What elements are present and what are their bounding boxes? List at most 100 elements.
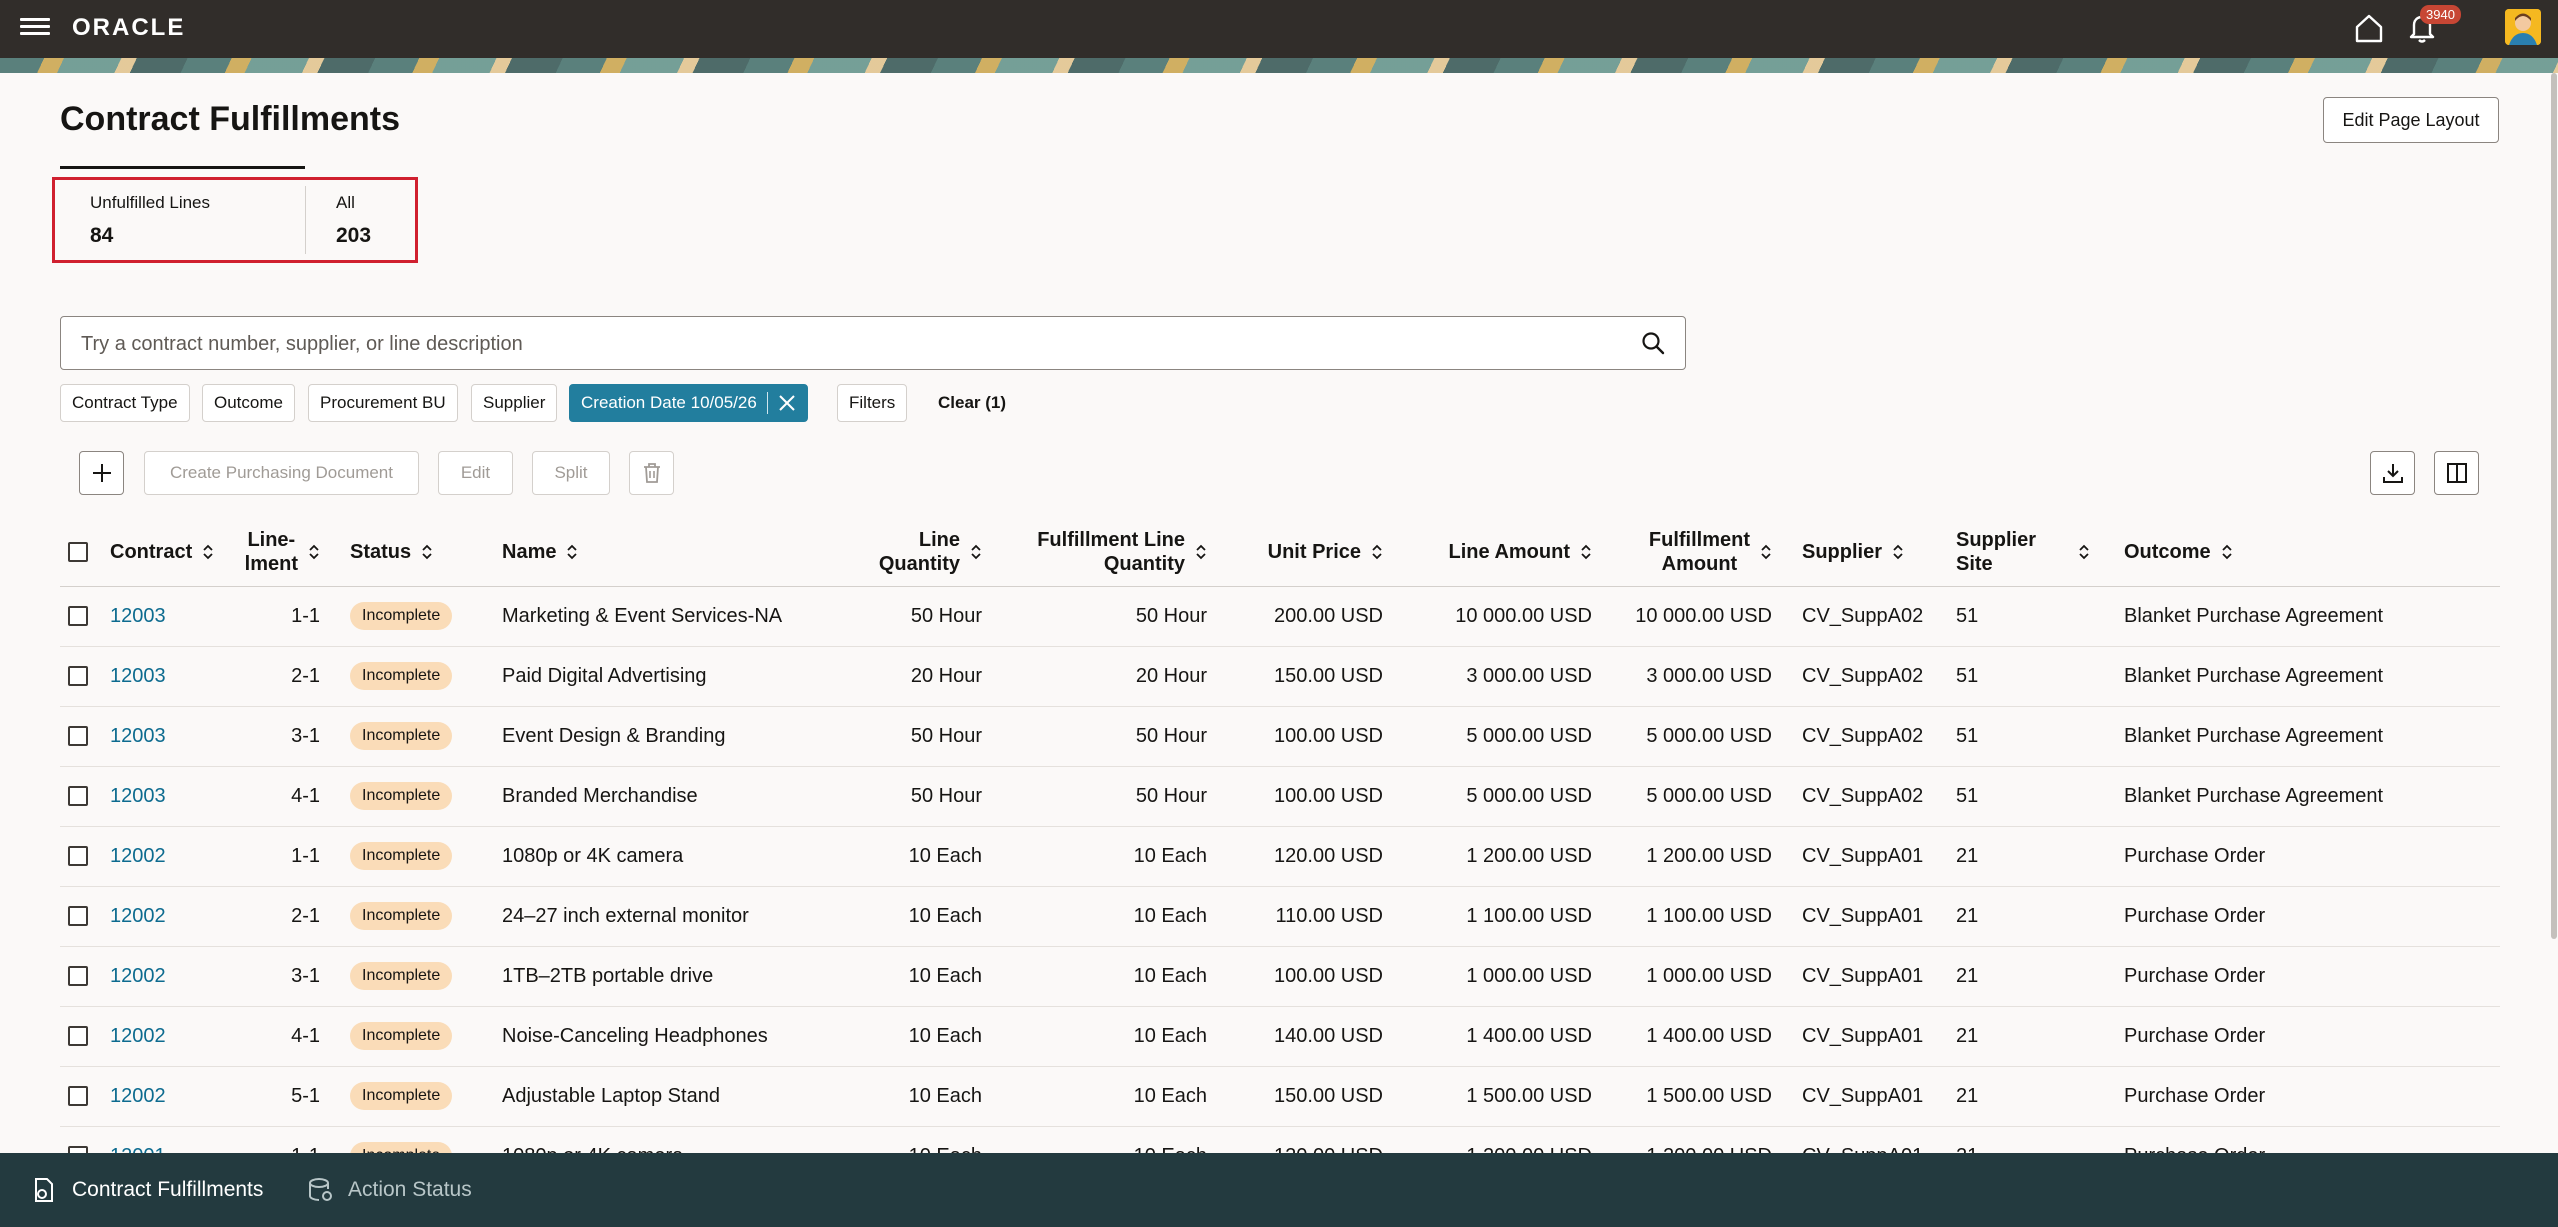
unit-price-cell-cell: 100.00 USD [1215,766,1391,827]
row-checkbox-cell [60,1006,102,1067]
status-badge: Incomplete [350,722,453,750]
supplier-site-cell: 51 [1956,664,1979,687]
contract-link[interactable]: 12002 [110,1025,166,1047]
top-header: ORACLE 3940 [0,0,2558,58]
table-row[interactable]: 12002 4-1 Incomplete Noise-Canceling Headph… [60,1006,2500,1067]
column-header-fulfillment-amount[interactable]: Fulfillment Amount [1600,518,1780,587]
tile-all[interactable]: All 203 [306,180,371,260]
contract-link[interactable]: 12003 [110,725,166,747]
row-checkbox[interactable] [68,846,88,867]
bottom-tab-action-status[interactable]: Action Status [306,1153,472,1227]
search-icon[interactable] [1640,330,1666,356]
filter-chip-outcome[interactable]: Outcome [202,384,295,422]
home-icon[interactable] [2353,13,2385,43]
unit-price-cell: 100.00 USD [1274,724,1383,747]
create-purchasing-document-button[interactable]: Create Purchasing Document [144,451,419,495]
table-row[interactable]: 12002 5-1 Incomplete Adjustable Laptop Stan… [60,1066,2500,1127]
contract-link[interactable]: 12001 [110,1145,166,1154]
column-header-outcome[interactable]: Outcome [2116,518,2500,587]
outcome-cell: Purchase Order [2124,844,2266,867]
contract-link[interactable]: 12002 [110,845,166,867]
select-all-checkbox[interactable] [68,542,88,563]
column-header-line-amount[interactable]: Line Amount [1391,518,1600,587]
row-checkbox[interactable] [68,1086,88,1107]
filter-chip-creation-date[interactable]: Creation Date 10/05/26 [569,384,808,422]
header-label: Fulfillment [1648,528,1750,551]
row-checkbox[interactable] [68,906,88,927]
row-checkbox[interactable] [68,726,88,747]
row-checkbox[interactable] [68,786,88,807]
edit-page-layout-button[interactable]: Edit Page Layout [2323,97,2499,143]
column-header-fulfillment-line-quantity[interactable]: Fulfillment Line Quantity [990,518,1215,587]
outcome-cell-cell: Purchase Order [2116,1066,2500,1127]
contract-link[interactable]: 12002 [110,965,166,987]
clear-filters-link[interactable]: Clear (1) [938,393,1006,413]
plus-icon [92,464,111,482]
fulfillment-quantity-cell-cell: 50 Hour [990,706,1215,767]
line-amount-cell: 1 400.00 USD [1466,1024,1592,1047]
contract-link[interactable]: 12002 [110,905,166,927]
column-header-contract[interactable]: Contract [102,518,230,587]
filters-button[interactable]: Filters [837,384,908,422]
table-row[interactable]: 12002 2-1 Incomplete 24–27 inch external mo… [60,886,2500,947]
filter-chip-contract-type[interactable]: Contract Type [60,384,190,422]
column-header-status[interactable]: Status [328,518,494,587]
table-row[interactable]: 12003 4-1 Incomplete Branded Merchandise 50 … [60,766,2500,827]
column-header-unit-price[interactable]: Unit Price [1215,518,1391,587]
bottom-tab-contract-fulfillments[interactable]: Contract Fulfillments [30,1153,263,1227]
status-badge: Incomplete [350,902,453,930]
sort-icon [2222,545,2232,560]
outcome-cell: Purchase Order [2124,1084,2266,1107]
column-header-supplier-site[interactable]: Supplier Site [1948,518,2116,587]
add-button[interactable] [79,451,124,495]
delete-button[interactable] [629,451,674,495]
unit-price-cell: 140.00 USD [1274,1024,1383,1047]
contract-link[interactable]: 12003 [110,785,166,807]
table-row[interactable]: 12002 1-1 Incomplete 1080p or 4K camera 10 E… [60,826,2500,887]
outcome-cell-cell: Blanket Purchase Agreement [2116,586,2500,647]
row-checkbox[interactable] [68,1026,88,1047]
outcome-cell-cell: Purchase Order [2116,1006,2500,1067]
user-avatar[interactable] [2505,9,2541,45]
table-row[interactable]: 12003 1-1 Incomplete Marketing & Event Serv… [60,586,2500,647]
contract-link-cell: 12002 [102,1066,230,1127]
line-quantity-cell: 50 Hour [910,724,982,747]
table-row[interactable]: 12002 3-1 Incomplete 1TB–2TB portable drive… [60,946,2500,1007]
row-checkbox[interactable] [68,666,88,687]
column-header-line-quantity[interactable]: Line Quantity [860,518,990,587]
column-layout-button[interactable] [2434,451,2479,495]
edit-button[interactable]: Edit [438,451,513,495]
tile-unfulfilled-lines[interactable]: Unfulfilled Lines 84 [55,186,306,254]
filter-chip-supplier[interactable]: Supplier [471,384,558,422]
line-amount-cell-cell: 1 000.00 USD [1391,946,1600,1007]
header-label: Outcome [2124,540,2211,563]
filter-chip-procurement-bu[interactable]: Procurement BU [308,384,458,422]
search-input[interactable] [81,329,1621,359]
column-header-name[interactable]: Name [494,518,860,587]
page-scrollbar[interactable] [2551,73,2557,939]
split-button[interactable]: Split [532,451,610,495]
line-amount-cell: 1 200.00 USD [1466,844,1592,867]
header-label: Status [350,540,412,563]
table-row[interactable]: 12003 3-1 Incomplete Event Design & Brandin… [60,706,2500,767]
contract-link[interactable]: 12003 [110,605,166,627]
line-amount-cell: 1 200.00 USD [1466,1145,1592,1154]
row-checkbox[interactable] [68,966,88,987]
fulfillment-amount-cell-cell: 1 500.00 USD [1600,1066,1780,1127]
table-row[interactable]: 12003 2-1 Incomplete Paid Digital Advertisi… [60,646,2500,707]
column-header-supplier[interactable]: Supplier [1780,518,1948,587]
row-checkbox[interactable] [68,606,88,627]
contract-link[interactable]: 12003 [110,665,166,687]
export-button[interactable] [2370,451,2415,495]
column-header-line[interactable]: Line-lment [230,518,328,587]
line-quantity-cell-cell: 10 Each [860,1126,990,1153]
contract-link[interactable]: 12002 [110,1085,166,1107]
hamburger-menu-icon[interactable] [20,14,50,40]
line-quantity-cell-cell: 50 Hour [860,586,990,647]
row-checkbox[interactable] [68,1146,88,1153]
contract-link-cell: 12003 [102,646,230,707]
remove-filter-close-icon[interactable] [778,394,796,412]
row-checkbox-cell [60,946,102,1007]
table-row[interactable]: 12001 1-1 Incomplete 1080p or 4K camera 10 E… [60,1126,2500,1153]
contract-link-cell: 12002 [102,886,230,947]
